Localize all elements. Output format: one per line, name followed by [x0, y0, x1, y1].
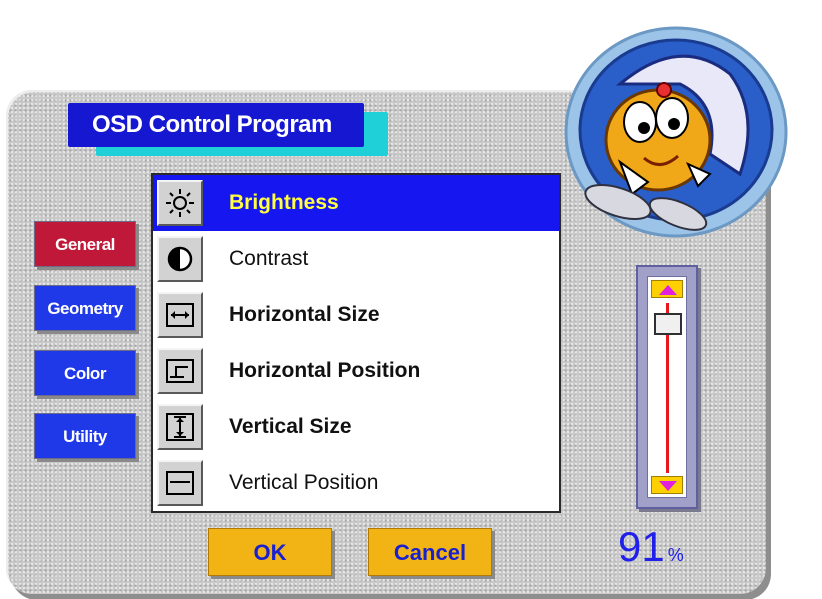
vertical-position-icon — [157, 460, 203, 506]
value-readout: 91% — [618, 522, 684, 572]
slider-track[interactable] — [647, 276, 687, 498]
horizontal-position-icon — [157, 348, 203, 394]
list-item-contrast[interactable]: Contrast — [153, 231, 559, 287]
item-label: Brightness — [229, 191, 339, 214]
tab-utility[interactable]: Utility — [34, 413, 136, 459]
value-slider[interactable] — [636, 265, 698, 509]
sun-icon — [157, 180, 203, 226]
slider-thumb[interactable] — [654, 313, 682, 335]
item-label: Vertical Position — [229, 471, 379, 494]
slider-down-arrow-icon[interactable] — [651, 476, 683, 494]
settings-list: Brightness Contrast Horizontal Size Hori… — [151, 173, 561, 513]
value-unit: % — [667, 545, 684, 565]
list-item-horizontal-size[interactable]: Horizontal Size — [153, 287, 559, 343]
list-item-vertical-position[interactable]: Vertical Position — [153, 455, 559, 511]
tab-geometry[interactable]: Geometry — [34, 285, 136, 331]
tab-color[interactable]: Color — [34, 350, 136, 396]
ok-button[interactable]: OK — [208, 528, 332, 576]
tab-general[interactable]: General — [34, 221, 136, 267]
horizontal-size-icon — [157, 292, 203, 338]
list-item-vertical-size[interactable]: Vertical Size — [153, 399, 559, 455]
item-label: Contrast — [229, 247, 309, 270]
osd-window: OSD Control Program General Geometry Col… — [0, 0, 822, 599]
contrast-icon — [157, 236, 203, 282]
vertical-size-icon — [157, 404, 203, 450]
mascot-icon — [564, 26, 788, 238]
list-item-horizontal-position[interactable]: Horizontal Position — [153, 343, 559, 399]
slider-up-arrow-icon[interactable] — [651, 280, 683, 298]
item-label: Horizontal Size — [229, 303, 380, 326]
page-title: OSD Control Program — [68, 103, 364, 147]
cancel-button[interactable]: Cancel — [368, 528, 492, 576]
value-number: 91 — [618, 523, 665, 570]
list-item-brightness[interactable]: Brightness — [153, 175, 559, 231]
item-label: Horizontal Position — [229, 359, 421, 382]
item-label: Vertical Size — [229, 415, 352, 438]
